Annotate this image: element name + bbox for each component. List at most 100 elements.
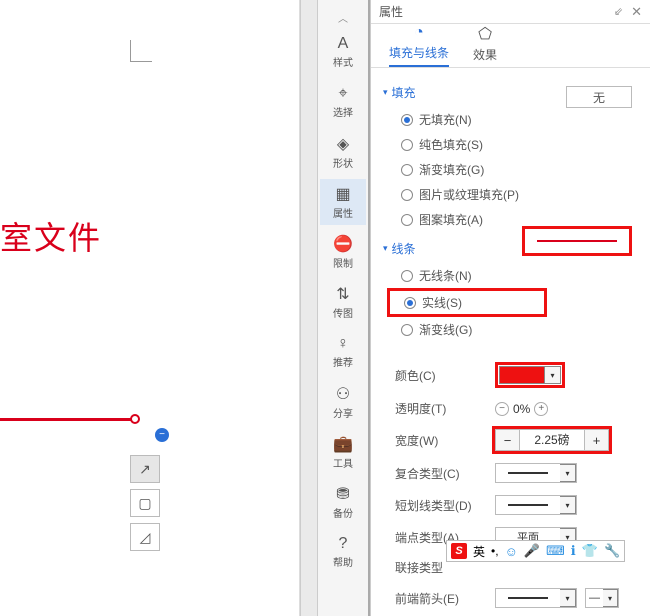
radio-solid-fill[interactable]: 纯色填充(S) [383,132,638,157]
shape-icon: ◈ [337,134,349,154]
ime-punct-mode[interactable]: •, [491,544,499,558]
line-sample-icon [508,472,548,474]
dash-type-dropdown[interactable]: ▾ [495,495,577,515]
sidebar-item-upload[interactable]: ⇅传图 [320,279,366,325]
sidebar-item-toolbox[interactable]: 💼工具 [320,429,366,475]
tab-fill-and-line[interactable]: ◔ 填充与线条 [389,24,449,67]
radio-solid-line[interactable]: 实线(S) [387,288,547,317]
floating-minus-button[interactable]: − [155,428,169,442]
sidebar-item-recommend[interactable]: ♀推荐 [320,329,366,375]
panel-title: 属性 [379,3,614,20]
line-preview [537,240,617,242]
color-swatch[interactable] [499,366,545,384]
help-icon: ? [339,535,348,553]
sidebar-item-properties[interactable]: ▦属性 [320,179,366,225]
ime-info-icon[interactable]: ℹ [571,543,576,559]
sidebar-item-label: 帮助 [333,554,353,569]
collapse-arrow-icon: ▾ [383,87,388,98]
ime-skin-icon[interactable]: 👕 [582,543,598,559]
right-tool-sidebar: ︿ A样式 ⌖选择 ◈形状 ▦属性 ⛔限制 ⇅传图 ♀推荐 ⚇分享 💼工具 ⛃备… [318,0,370,616]
chevron-down-icon: ▾ [560,589,576,607]
radio-no-line[interactable]: 无线条(N) [383,263,638,288]
radio-label: 渐变填充(G) [419,161,484,178]
front-arrow-size-dropdown[interactable]: —▾ [585,588,619,608]
radio-gradient-line[interactable]: 渐变线(G) [383,317,638,342]
ime-emoji-icon[interactable]: ☺ [505,544,518,559]
chevron-down-icon: ▾ [603,589,618,607]
sidebar-item-backup[interactable]: ⛃备份 [320,479,366,525]
panel-tabs: ◔ 填充与线条 ⬠ 效果 [371,24,650,68]
crop-mark [130,40,152,62]
collapse-arrow-icon: ▾ [383,243,388,254]
ime-logo-icon[interactable]: S [451,543,467,559]
ime-settings-icon[interactable]: 🔧 [604,543,620,559]
panel-header: 属性 ⇙ ✕ [371,0,650,24]
line-end-handle[interactable] [130,414,140,424]
opacity-decrease-button[interactable]: − [495,402,509,416]
front-arrow-dropdown[interactable]: ▾ [495,588,577,608]
ime-toolbar[interactable]: S 英 •, ☺ 🎤 ⌨ ℹ 👕 🔧 [446,540,625,562]
ime-keyboard-icon[interactable]: ⌨ [546,543,565,559]
ime-mic-icon[interactable]: 🎤 [524,543,540,559]
radio-picture-fill[interactable]: 图片或纹理填充(P) [383,182,638,207]
style-icon: A [338,35,349,53]
chevron-down-icon: ▾ [560,496,576,514]
radio-icon [401,270,413,282]
section-label: 线条 [392,240,416,257]
panel-body: ▾ 填充 无填充(N) 纯色填充(S) 渐变填充(G) 图片或纹理填充(P) 图… [371,68,650,608]
restrict-icon: ⛔ [333,234,353,254]
sidebar-item-label: 样式 [333,54,353,69]
pin-icon[interactable]: ⇙ [614,5,623,18]
document-canvas[interactable]: 室文件 − ↗ ▢ ◿ [0,0,300,616]
radio-gradient-fill[interactable]: 渐变填充(G) [383,157,638,182]
sidebar-item-label: 属性 [333,205,353,220]
row-color: 颜色(C) ▾ [383,356,638,394]
close-icon[interactable]: ✕ [631,4,642,20]
color-label: 颜色(C) [395,367,487,384]
color-picker-highlight: ▾ [495,362,565,388]
sidebar-item-label: 传图 [333,305,353,320]
color-dropdown-button[interactable]: ▾ [545,366,561,384]
shape-option-rect[interactable]: ▢ [130,489,160,517]
radio-icon [401,139,413,151]
radio-icon [401,324,413,336]
selected-line-shape[interactable] [0,418,135,421]
sidebar-item-label: 形状 [333,155,353,170]
fill-none-swatch[interactable]: 无 [566,86,632,108]
shape-option-line[interactable]: ↗ [130,455,160,483]
chevron-down-icon: ▾ [560,464,576,482]
radio-label: 实线(S) [422,294,462,311]
radio-label: 图案填充(A) [419,211,483,228]
toolbox-icon: 💼 [333,434,353,454]
compound-label: 复合类型(C) [395,465,487,482]
sidebar-item-label: 工具 [333,455,353,470]
radio-no-fill[interactable]: 无填充(N) [383,107,638,132]
sidebar-item-shape[interactable]: ◈形状 [320,129,366,175]
width-value[interactable]: 2.25磅 [520,430,584,450]
ime-language[interactable]: 英 [473,543,485,560]
sidebar-item-share[interactable]: ⚇分享 [320,379,366,425]
radio-icon [401,189,413,201]
shape-option-diag[interactable]: ◿ [130,523,160,551]
radio-label: 纯色填充(S) [419,136,483,153]
width-increase-button[interactable]: + [584,430,608,450]
sidebar-item-label: 推荐 [333,354,353,369]
tab-effect[interactable]: ⬠ 效果 [473,24,497,67]
row-front-arrow: 前端箭头(E) ▾ —▾ [383,582,638,608]
sidebar-item-select[interactable]: ⌖选择 [320,79,366,125]
radio-icon [401,214,413,226]
backup-icon: ⛃ [336,484,349,504]
compound-type-dropdown[interactable]: ▾ [495,463,577,483]
sidebar-item-restrict[interactable]: ⛔限制 [320,229,366,275]
arrow-sample-icon [508,597,548,599]
opacity-increase-button[interactable]: + [534,402,548,416]
row-dash-type: 短划线类型(D) ▾ [383,489,638,521]
properties-icon: ▦ [335,184,350,204]
sidebar-item-label: 限制 [333,255,353,270]
chevron-up-icon[interactable]: ︿ [338,10,348,25]
radio-icon [401,164,413,176]
width-decrease-button[interactable]: − [496,430,520,450]
sidebar-item-style[interactable]: A样式 [320,29,366,75]
sidebar-item-help[interactable]: ?帮助 [320,529,366,575]
radio-label: 无填充(N) [419,111,472,128]
